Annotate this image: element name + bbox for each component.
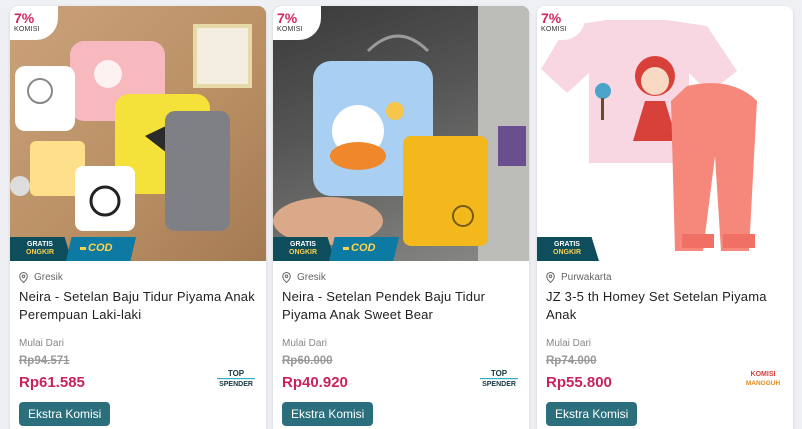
- free-shipping-line1: GRATIS: [290, 241, 316, 248]
- free-shipping-line2: ONGKIR: [26, 249, 54, 256]
- extra-commission-button[interactable]: Ekstra Komisi: [282, 402, 374, 426]
- product-title[interactable]: Neira - Setelan Pendek Baju Tidur Piyama…: [282, 288, 520, 326]
- product-image[interactable]: 7% KOMISI GRATIS ONGKIR COD: [10, 6, 266, 261]
- extra-commission-button[interactable]: Ekstra Komisi: [546, 402, 638, 426]
- free-shipping-line2: ONGKIR: [289, 249, 317, 256]
- seller-badge-line1: TOP: [491, 369, 508, 378]
- product-card[interactable]: 7% KOMISI GRATIS ONGKIR COD Gresik Neira…: [273, 6, 529, 429]
- pajama-set-photo: [10, 24, 252, 231]
- commission-percent: 7%: [541, 10, 562, 26]
- pajama-set-photo: [273, 6, 529, 261]
- price-prefix: Mulai Dari: [19, 338, 65, 349]
- free-shipping-badge: GRATIS ONGKIR: [537, 237, 599, 261]
- shipping-badges: GRATIS ONGKIR: [537, 237, 599, 261]
- shipping-badges: GRATIS ONGKIR COD: [273, 237, 399, 261]
- seller-badge-line1: KOMISI: [751, 371, 776, 378]
- cod-badge: COD: [66, 237, 136, 261]
- product-title[interactable]: Neira - Setelan Baju Tidur Piyama Anak P…: [19, 288, 257, 326]
- location-pin-icon: [19, 271, 28, 283]
- cod-badge: COD: [329, 237, 399, 261]
- cod-dash-icon: [343, 246, 349, 250]
- location-text: Purwakarta: [561, 271, 612, 283]
- product-card[interactable]: 7% KOMISI GRATIS ONGKIR Purwakarta JZ 3-…: [537, 6, 793, 429]
- cod-dash-icon: [80, 246, 86, 250]
- pajama-set-photo: [541, 20, 757, 252]
- product-grid: 7% KOMISI GRATIS ONGKIR COD Gresik Neira…: [0, 0, 802, 429]
- location-row: Purwakarta: [546, 270, 784, 284]
- free-shipping-badge: GRATIS ONGKIR: [10, 237, 72, 261]
- product-info: Gresik Neira - Setelan Pendek Baju Tidur…: [273, 261, 529, 426]
- commission-percent: 7%: [14, 10, 35, 26]
- product-image[interactable]: 7% KOMISI GRATIS ONGKIR: [537, 6, 793, 261]
- commission-label: KOMISI: [14, 26, 40, 33]
- product-info: Purwakarta JZ 3-5 th Homey Set Setelan P…: [537, 261, 793, 426]
- product-info: Gresik Neira - Setelan Baju Tidur Piyama…: [10, 261, 266, 426]
- location-text: Gresik: [297, 271, 326, 283]
- location-row: Gresik: [19, 270, 257, 284]
- price-prefix: Mulai Dari: [546, 338, 592, 349]
- location-text: Gresik: [34, 271, 63, 283]
- seller-badge-line2: MANGGUH: [746, 380, 781, 387]
- top-spender-badge: TOP SPENDER: [217, 369, 255, 388]
- commission-label: KOMISI: [277, 26, 303, 33]
- location-pin-icon: [546, 271, 555, 283]
- shipping-badges: GRATIS ONGKIR COD: [10, 237, 136, 261]
- top-spender-badge: TOP SPENDER: [480, 369, 518, 388]
- location-pin-icon: [282, 271, 291, 283]
- location-row: Gresik: [282, 270, 520, 284]
- cod-label: COD: [88, 242, 113, 254]
- price-prefix: Mulai Dari: [282, 338, 328, 349]
- product-title[interactable]: JZ 3-5 th Homey Set Setelan Piyama Anak: [546, 288, 784, 326]
- free-shipping-badge: GRATIS ONGKIR: [273, 237, 335, 261]
- extra-commission-button[interactable]: Ekstra Komisi: [19, 402, 111, 426]
- komisi-mangguh-badge: KOMISI MANGGUH: [746, 371, 781, 387]
- seller-badge-line2: SPENDER: [482, 381, 516, 388]
- commission-percent: 7%: [277, 10, 298, 26]
- cod-label: COD: [351, 242, 376, 254]
- product-image[interactable]: 7% KOMISI GRATIS ONGKIR COD: [273, 6, 529, 261]
- seller-badge-line2: SPENDER: [219, 381, 253, 388]
- free-shipping-line1: GRATIS: [27, 241, 53, 248]
- commission-label: KOMISI: [541, 26, 567, 33]
- free-shipping-line2: ONGKIR: [553, 249, 581, 256]
- free-shipping-line1: GRATIS: [554, 241, 580, 248]
- seller-badge-line1: TOP: [228, 369, 245, 378]
- product-card[interactable]: 7% KOMISI GRATIS ONGKIR COD Gresik Neira…: [10, 6, 266, 429]
